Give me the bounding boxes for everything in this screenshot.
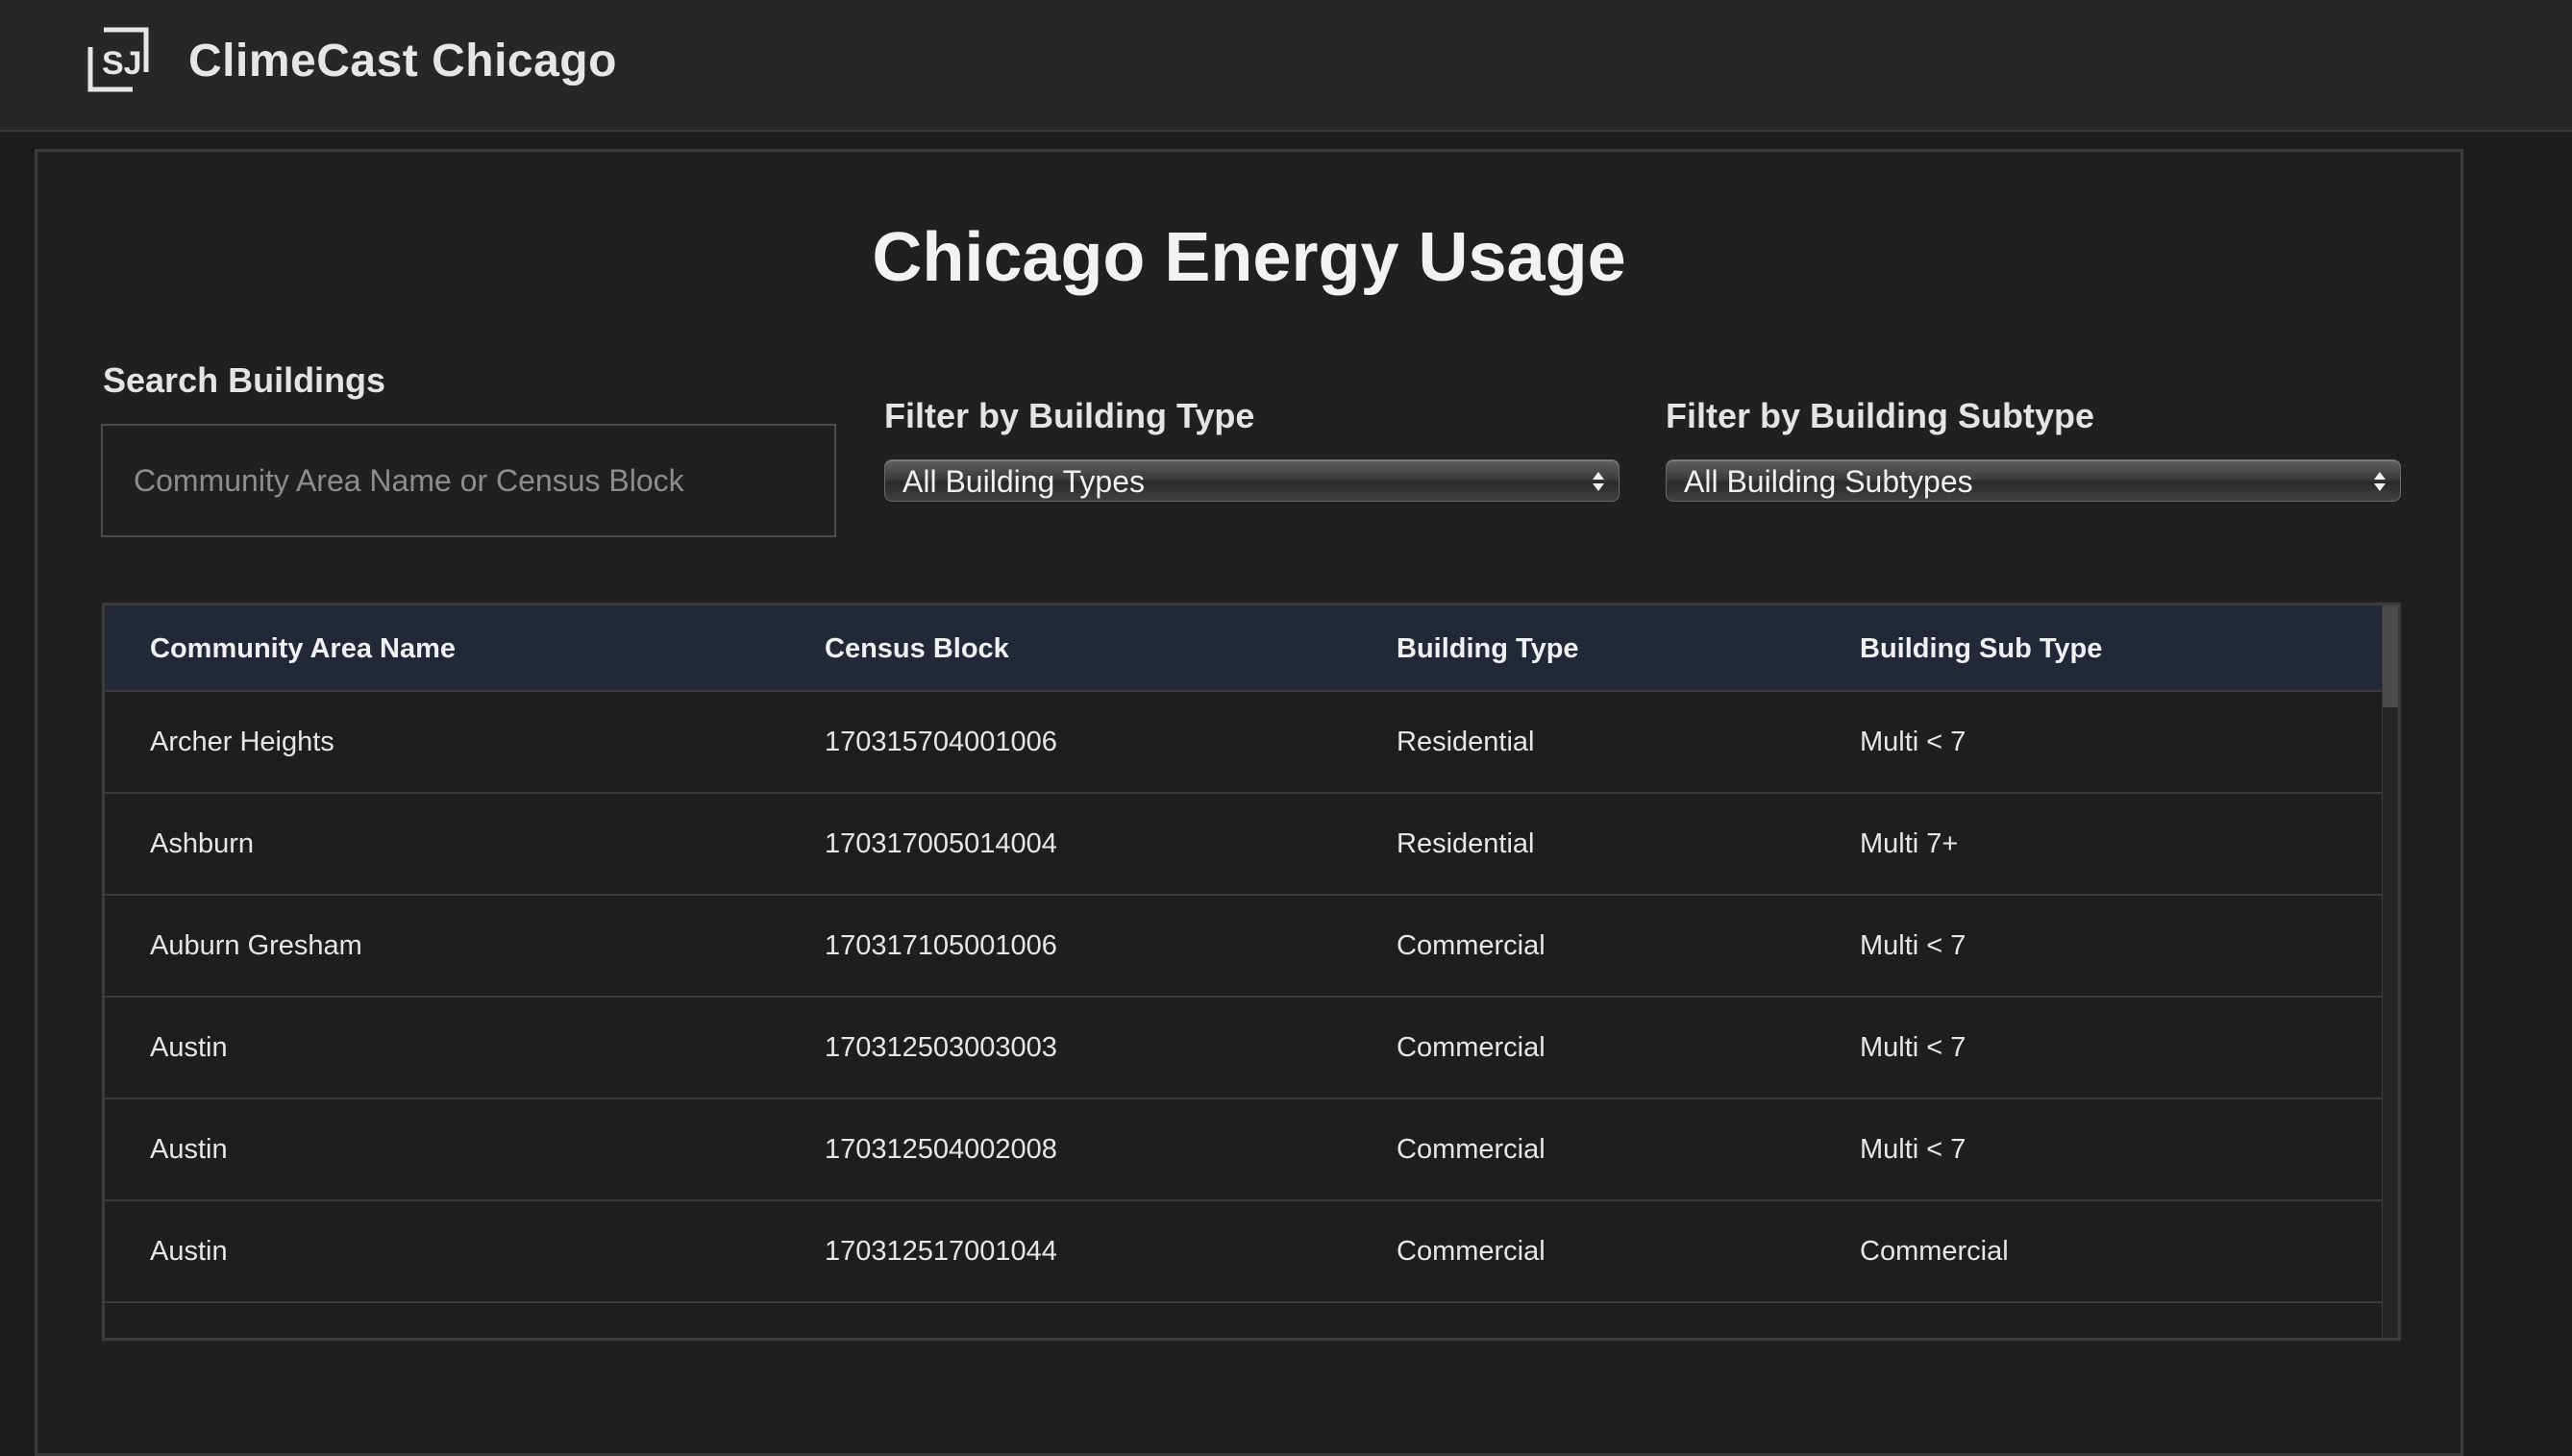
building-subtype-selected: All Building Subtypes [1684, 464, 1973, 499]
app-title[interactable]: ClimeCast Chicago [188, 33, 617, 90]
page-title: Chicago Energy Usage [872, 219, 1626, 296]
column-header-building-subtype[interactable]: Building Sub Type [1860, 605, 2102, 692]
column-header-community-area[interactable]: Community Area Name [150, 605, 456, 692]
svg-text:SJ: SJ [102, 45, 142, 82]
cell-community-area: Austin [150, 1032, 228, 1063]
cell-building-subtype: Multi 7+ [1860, 828, 1959, 859]
cell-community-area: Archer Heights [150, 727, 334, 757]
building-subtype-select[interactable]: All Building Subtypes [1666, 459, 2401, 502]
cell-building-type: Commercial [1397, 1134, 1546, 1165]
table-row[interactable]: Austin 170312503003003 Commercial Multi … [105, 998, 2386, 1099]
sj-logo-icon[interactable]: SJ [87, 26, 150, 93]
app-header: SJ ClimeCast Chicago [0, 0, 2572, 132]
cell-building-subtype: Multi < 7 [1860, 930, 1966, 961]
cell-building-subtype: Multi < 7 [1860, 1032, 1966, 1063]
cell-building-subtype: Multi < 7 [1860, 1134, 1966, 1165]
table-scrollbar[interactable] [2382, 605, 2398, 1338]
select-arrows-icon [2374, 472, 2386, 491]
cell-census-block: 170312517001044 [825, 1236, 1057, 1267]
building-type-selected: All Building Types [903, 464, 1145, 499]
cell-building-type: Commercial [1397, 1236, 1546, 1267]
cell-census-block: 170317005014004 [825, 828, 1057, 859]
column-header-census-block[interactable]: Census Block [825, 605, 1009, 692]
cell-building-type: Residential [1397, 727, 1535, 757]
search-box [101, 424, 836, 537]
cell-building-type: Commercial [1397, 930, 1546, 961]
search-label: Search Buildings [103, 360, 386, 400]
cell-census-block: 170312504002008 [825, 1134, 1057, 1165]
cell-community-area: Ashburn [150, 828, 255, 859]
cell-building-type: Residential [1397, 828, 1535, 859]
table-header: Community Area Name Census Block Buildin… [105, 605, 2386, 692]
table-row[interactable]: Austin 170312517001044 Commercial Commer… [105, 1201, 2386, 1303]
building-subtype-filter-label: Filter by Building Subtype [1666, 396, 2095, 435]
table-row[interactable]: Ashburn 170317005014004 Residential Mult… [105, 794, 2386, 896]
table-row[interactable]: Archer Heights 170315704001006 Residenti… [105, 692, 2386, 794]
cell-census-block: 170312503003003 [825, 1032, 1057, 1063]
select-arrows-icon [1593, 472, 1604, 491]
cell-census-block: 170317105001006 [825, 930, 1057, 961]
cell-community-area: Austin [150, 1236, 228, 1267]
table-row-partial[interactable] [105, 1303, 2386, 1338]
table-row[interactable]: Auburn Gresham 170317105001006 Commercia… [105, 896, 2386, 998]
cell-community-area: Auburn Gresham [150, 930, 362, 961]
buildings-table[interactable]: Community Area Name Census Block Buildin… [102, 603, 2401, 1341]
building-type-select[interactable]: All Building Types [884, 459, 1620, 502]
column-header-building-type[interactable]: Building Type [1397, 605, 1579, 692]
building-type-filter-label: Filter by Building Type [884, 396, 1255, 435]
table-row[interactable]: Austin 170312504002008 Commercial Multi … [105, 1099, 2386, 1201]
search-input[interactable] [103, 426, 834, 535]
main-panel: Chicago Energy Usage Search Buildings Fi… [35, 149, 2463, 1456]
cell-building-subtype: Multi < 7 [1860, 727, 1966, 757]
table-scrollbar-thumb[interactable] [2383, 605, 2398, 707]
cell-census-block: 170315704001006 [825, 727, 1057, 757]
cell-community-area: Austin [150, 1134, 228, 1165]
cell-building-type: Commercial [1397, 1032, 1546, 1063]
cell-building-subtype: Commercial [1860, 1236, 2009, 1267]
